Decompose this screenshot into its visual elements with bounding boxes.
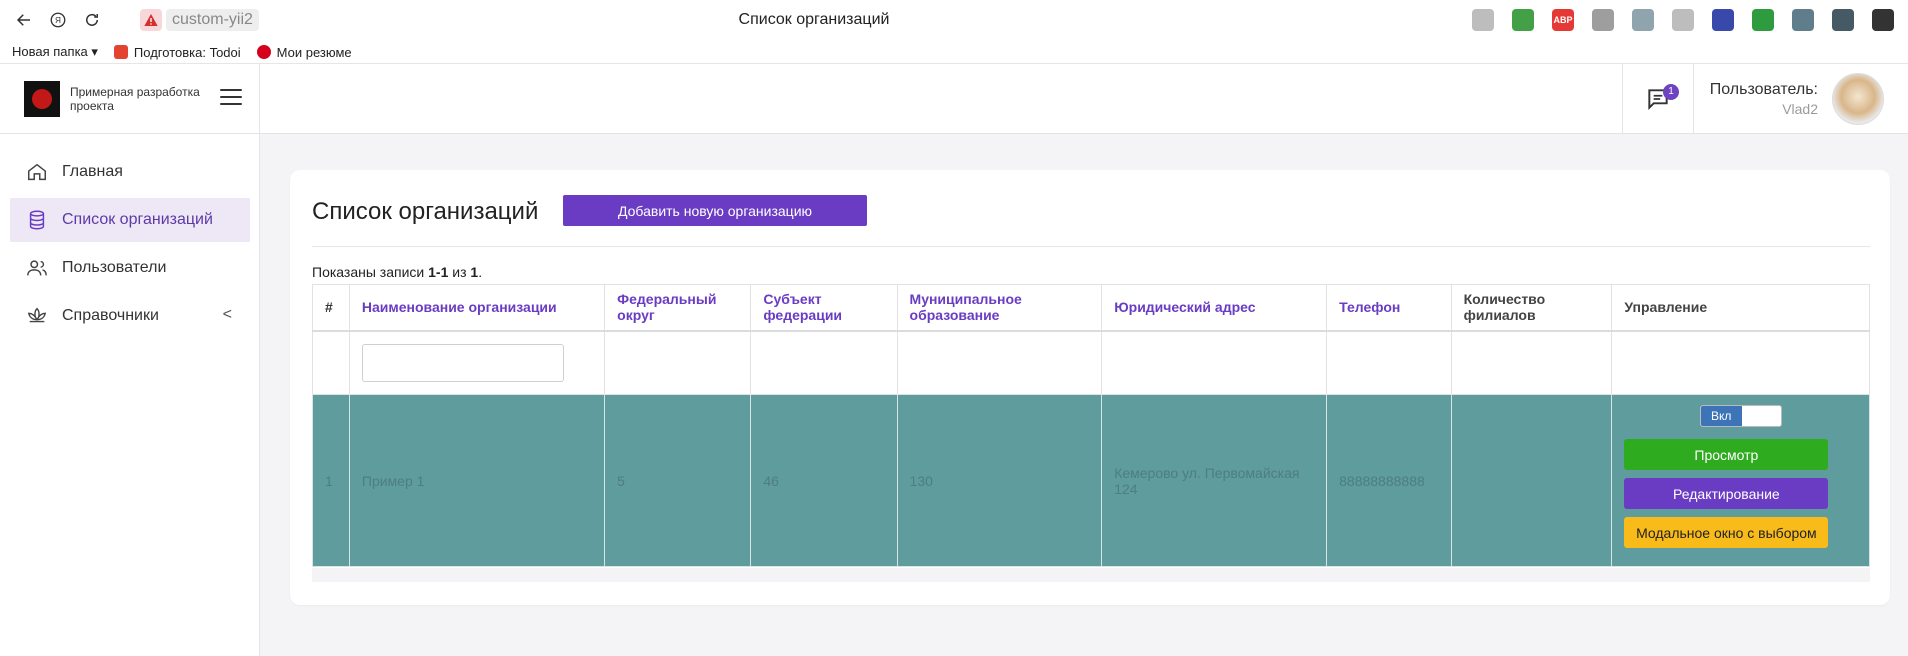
organizations-card: Список организаций Добавить новую органи… [290,170,1890,605]
cell-branches [1450,394,1613,567]
cell-address: Кемерово ул. Первомайская 124 [1101,394,1328,567]
cell-name: Пример 1 [348,394,606,567]
column-header-branches: Количество филиалов [1450,284,1613,332]
sidebar-item-label: Список организаций [62,211,213,228]
ext-color-icon[interactable] [1712,9,1734,31]
column-header-name[interactable]: Наименование организации [348,284,606,332]
bookmark-item[interactable]: Новая папка ▾ [12,44,98,60]
divider [312,246,1870,247]
table-row[interactable]: 1 Пример 1 5 46 130 Кемерово ул. Первома… [312,394,1870,567]
sidebar-item-users[interactable]: Пользователи [10,246,250,290]
cell-district: 5 [604,394,752,567]
bookmarks-bar: Новая папка ▾ Подготовка: Todoi Мои резюме [12,44,368,60]
cell-subject: 46 [750,394,898,567]
extensions-icon[interactable] [1832,9,1854,31]
download-ext-icon[interactable] [1512,9,1534,31]
abp-icon[interactable]: ABP [1552,9,1574,31]
user-menu[interactable]: Пользователь: Vlad2 [1694,64,1908,134]
ext-dog-icon[interactable] [1672,9,1694,31]
extensions-bar: ABP [1454,8,1908,32]
user-label: Пользователь: [1709,81,1818,98]
database-icon [29,210,45,230]
project-logo[interactable] [24,81,60,117]
cell-number: 1 [312,394,350,567]
browser-chrome: Я custom-yii2 Список организаций ABP Нов… [0,0,1908,64]
avatar[interactable] [1832,73,1884,125]
modal-select-button[interactable]: Модальное окно с выбором [1624,517,1829,548]
sidebar-item-home[interactable]: Главная [10,150,250,194]
browser-toolbar: Я custom-yii2 Список организаций ABP [0,0,1908,40]
chevron-left-icon[interactable]: < [223,306,232,324]
vpn-icon[interactable] [1792,9,1814,31]
menu-toggle-icon[interactable] [220,89,242,107]
bookmark-icon[interactable] [1472,9,1494,31]
column-header-address[interactable]: Юридический адрес [1101,284,1328,332]
hh-icon [256,45,271,59]
sidebar-item-organizations[interactable]: Список организаций [10,198,250,242]
todoist-icon [113,45,128,59]
cell-phone: 88888888888 [1326,394,1452,567]
sidebar-item-references[interactable]: Справочники < [10,294,250,338]
messages-button[interactable]: 1 [1622,64,1694,134]
status-toggle[interactable]: Вкл [1699,405,1782,427]
table-header-row: # Наименование организации Федеральный о… [312,284,1870,332]
project-title: Примерная разработка проекта [70,85,200,113]
sidebar: Главная Список организаций Пользователи … [0,134,260,656]
cell-actions: Вкл Просмотр Редактирование Модальное ок… [1611,394,1870,567]
home-icon [28,163,46,181]
downloads-icon[interactable] [1872,9,1894,31]
toggle-on-label: Вкл [1700,406,1742,426]
page-title: Список организаций [312,198,539,225]
column-header-municipality[interactable]: Муниципальное образование [896,284,1103,332]
filter-row [312,330,1870,395]
sidebar-item-label: Главная [62,163,123,180]
add-organization-button[interactable]: Добавить новую организацию [563,195,867,226]
header-right: 1 Пользователь: Vlad2 [1622,64,1908,134]
bookmark-item[interactable]: Подготовка: Todoi [113,45,241,60]
messages-badge: 1 [1663,84,1679,100]
edit-button[interactable]: Редактирование [1624,478,1829,509]
lotus-icon [27,307,47,323]
ext-mask-icon[interactable] [1592,9,1614,31]
sidebar-item-label: Пользователи [62,259,167,276]
table-footer-strip [312,568,1870,582]
ext-user-icon[interactable] [1632,9,1654,31]
bookmark-item[interactable]: Мои резюме [256,45,352,60]
name-filter-input[interactable] [361,343,564,382]
column-header-phone[interactable]: Телефон [1326,284,1452,332]
records-range: 1-1 [428,264,449,280]
column-header-district[interactable]: Федеральный округ [604,284,752,332]
cell-municipality: 130 [896,394,1103,567]
view-button[interactable]: Просмотр [1624,439,1829,470]
sidebar-item-label: Справочники [62,307,159,324]
users-icon [27,260,47,276]
column-header-subject[interactable]: Субъект федерации [750,284,898,332]
column-header-actions: Управление [1611,284,1870,332]
records-summary: Показаны записи 1-1 из 1. [312,264,483,280]
user-name: Vlad2 [1782,101,1818,117]
shield-check-icon[interactable] [1752,9,1774,31]
browser-page-title: Список организаций [738,11,890,28]
app-header: Примерная разработка проекта 1 Пользоват… [0,64,1908,134]
logo-area: Примерная разработка проекта [0,64,260,134]
column-header-number: # [312,284,350,332]
organizations-table: # Наименование организации Федеральный о… [312,284,1870,567]
